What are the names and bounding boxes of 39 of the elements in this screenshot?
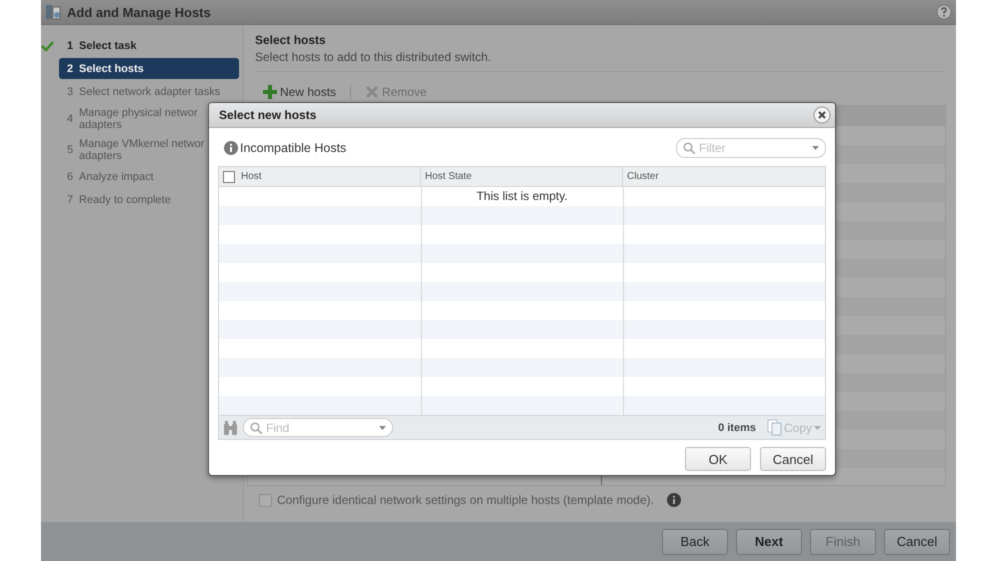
section-description: Select hosts to add to this distributed switch. xyxy=(255,50,492,64)
copy-icon xyxy=(766,419,782,436)
window-title: Add and Manage Hosts xyxy=(67,4,211,20)
plus-icon xyxy=(263,85,277,99)
wizard-step[interactable]: 7 Ready to complete xyxy=(59,189,175,210)
checkmark-icon xyxy=(41,40,54,52)
search-icon xyxy=(683,142,695,154)
binoculars-icon[interactable] xyxy=(223,420,238,434)
caret-icon xyxy=(379,426,386,430)
wizard-button[interactable]: Next xyxy=(736,528,802,554)
dialog-button[interactable]: Cancel xyxy=(760,447,826,471)
caret-icon xyxy=(812,146,819,150)
wizard-step[interactable]: 3 Select network adapter tasks xyxy=(59,81,224,102)
checkbox[interactable] xyxy=(259,494,272,506)
section-heading: Select hosts xyxy=(255,33,327,47)
info-icon[interactable] xyxy=(666,493,681,507)
empty-message: This list is empty. xyxy=(475,189,569,203)
close-icon[interactable] xyxy=(813,106,831,124)
select-all-checkbox[interactable] xyxy=(223,170,235,182)
help-icon[interactable] xyxy=(936,4,952,20)
wizard-step[interactable]: 6 Analyze impact xyxy=(59,166,158,187)
dialog-title: Select new hosts xyxy=(219,108,316,122)
checkbox-label: Configure identical network settings on multiple hosts (template mode). xyxy=(277,493,654,507)
caret-icon xyxy=(814,426,821,430)
wizard-step[interactable]: 1 Select task xyxy=(59,35,140,56)
new-hosts-button[interactable]: New hosts xyxy=(263,85,336,99)
wizard-button[interactable]: Cancel xyxy=(884,528,950,554)
cross-icon xyxy=(365,85,380,99)
wizard-step[interactable]: 2 Select hosts xyxy=(59,58,239,79)
dialog-button[interactable]: OK xyxy=(685,447,751,471)
column-header[interactable]: Host xyxy=(241,171,262,182)
item-count: 0 items xyxy=(718,422,756,434)
column-header[interactable]: Cluster xyxy=(627,171,659,182)
column-header[interactable]: Host State xyxy=(425,171,472,182)
section-heading: Incompatible Hosts xyxy=(240,140,346,154)
hosts-icon xyxy=(45,4,61,20)
wizard-button[interactable]: Back xyxy=(662,528,728,554)
search-icon xyxy=(250,422,262,434)
info-icon[interactable] xyxy=(224,140,238,154)
